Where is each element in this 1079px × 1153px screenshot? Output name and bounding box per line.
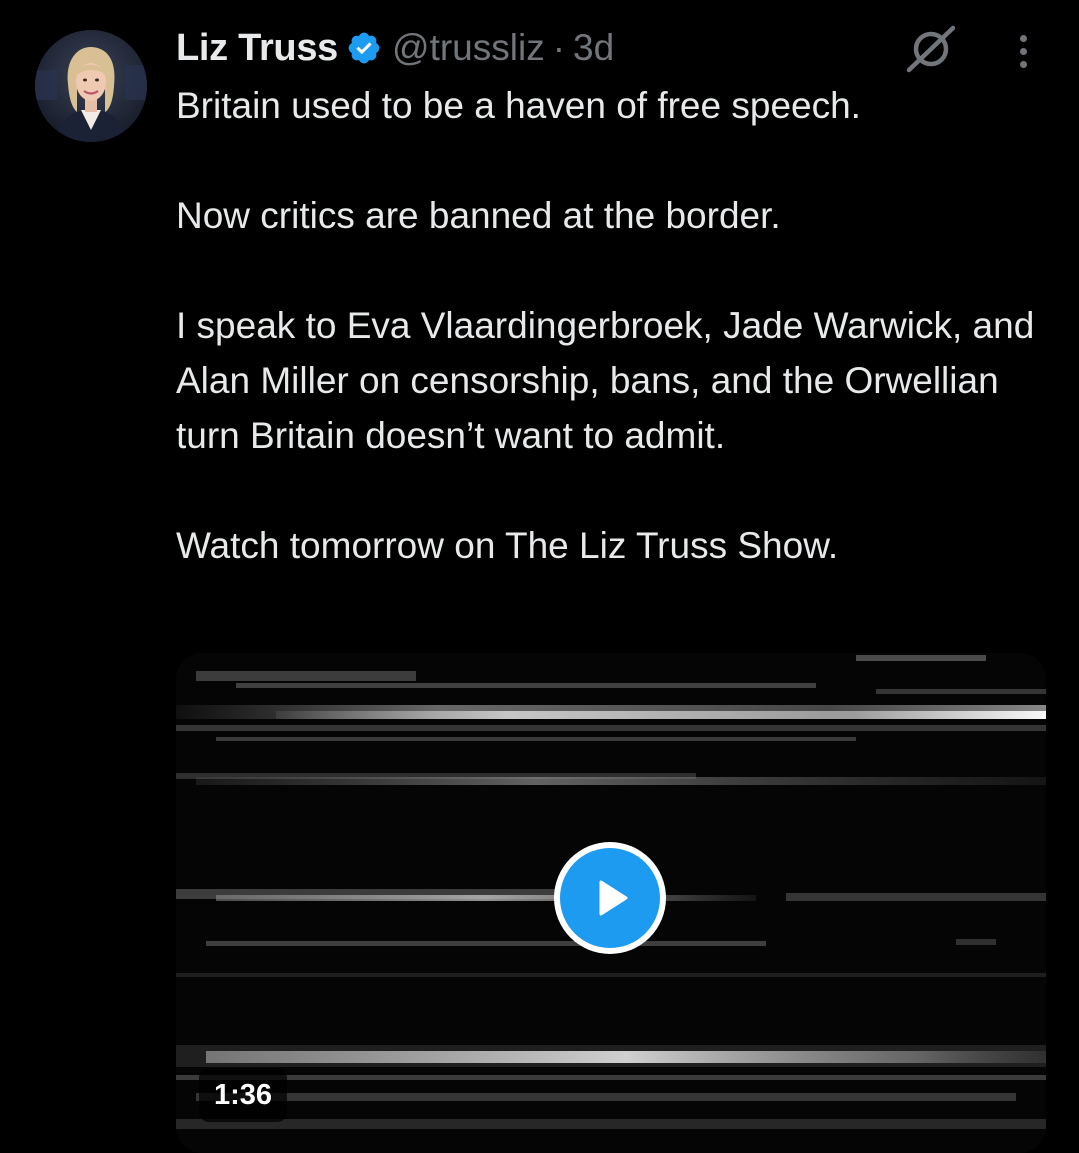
verified-badge-icon[interactable] bbox=[346, 30, 382, 66]
more-options-icon[interactable] bbox=[1003, 26, 1043, 76]
author-handle[interactable]: @trussliz bbox=[392, 27, 545, 69]
author-display-name[interactable]: Liz Truss bbox=[176, 27, 338, 70]
tweet[interactable]: Liz Truss @trussliz · 3d Britain used to… bbox=[0, 0, 1079, 1153]
grok-icon[interactable] bbox=[903, 20, 959, 76]
more-dot bbox=[1019, 60, 1027, 68]
video-duration-badge: 1:36 bbox=[199, 1068, 288, 1122]
play-icon bbox=[560, 848, 660, 948]
tweet-paragraph: Now critics are banned at the border. bbox=[176, 195, 781, 236]
tweet-paragraph: Watch tomorrow on The Liz Truss Show. bbox=[176, 525, 839, 566]
more-dot bbox=[1019, 34, 1027, 42]
tweet-paragraph: I speak to Eva Vlaardingerbroek, Jade Wa… bbox=[176, 305, 1035, 456]
avatar[interactable] bbox=[35, 30, 147, 142]
tweet-paragraph: Britain used to be a haven of free speec… bbox=[176, 85, 861, 126]
more-dot bbox=[1019, 47, 1027, 55]
video-player[interactable]: 1:36 bbox=[176, 653, 1046, 1153]
separator-dot: · bbox=[552, 27, 566, 68]
tweet-text: Britain used to be a haven of free speec… bbox=[176, 78, 1036, 573]
tweet-header: Liz Truss @trussliz · 3d bbox=[176, 22, 614, 74]
play-button[interactable] bbox=[554, 842, 666, 954]
tweet-timestamp[interactable]: 3d bbox=[573, 27, 614, 69]
